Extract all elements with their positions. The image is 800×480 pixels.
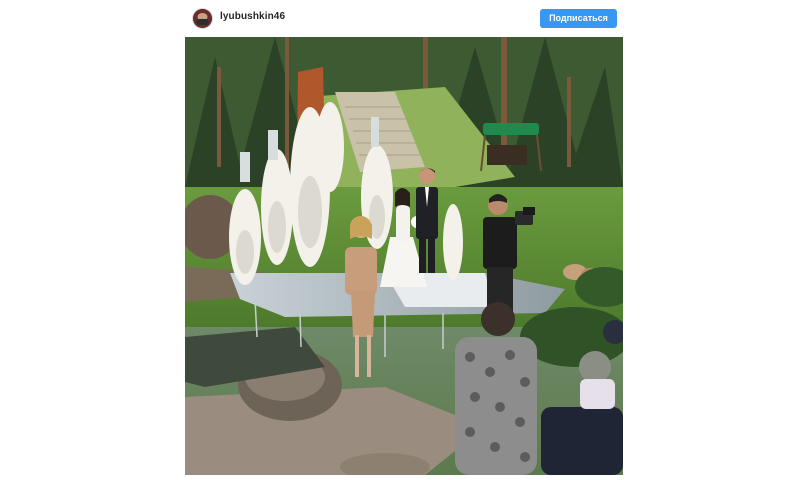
username-link[interactable]: lyubushkin46 bbox=[220, 11, 285, 22]
post-header: lyubushkin46 Подписаться bbox=[184, 0, 624, 36]
follow-button[interactable]: Подписаться bbox=[540, 9, 617, 28]
post-photo[interactable] bbox=[185, 37, 623, 475]
instagram-post: lyubushkin46 Подписаться bbox=[184, 0, 624, 480]
wedding-ceremony-image bbox=[185, 37, 623, 475]
user-avatar-icon[interactable] bbox=[193, 9, 212, 28]
